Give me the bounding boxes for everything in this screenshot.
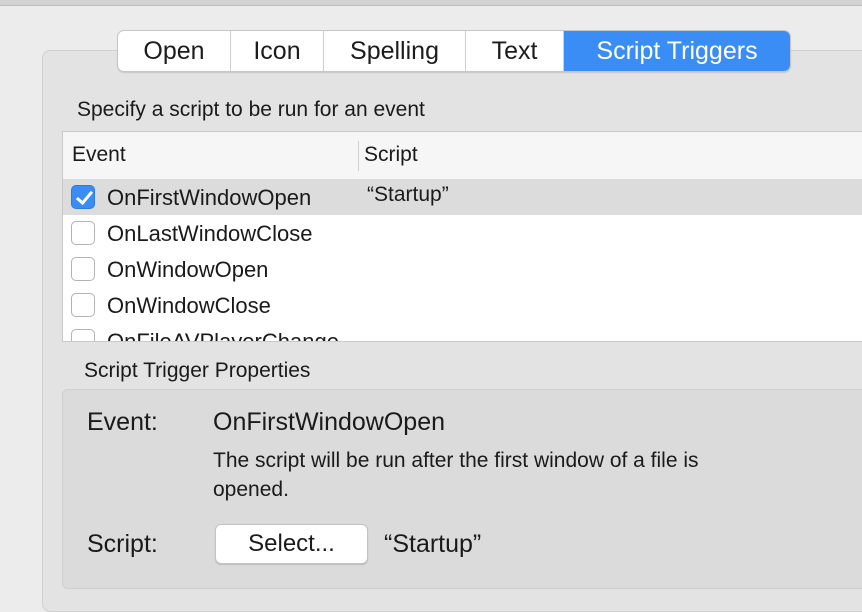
tab-icon[interactable]: Icon: [231, 31, 324, 71]
event-checkbox[interactable]: [71, 221, 95, 245]
tab-bar: Open Icon Spelling Text Script Triggers: [117, 30, 791, 72]
properties-section-label: Script Trigger Properties: [84, 359, 311, 382]
tab-open[interactable]: Open: [118, 31, 231, 71]
tab-text[interactable]: Text: [466, 31, 564, 71]
script-label: Script:: [87, 530, 158, 558]
event-checkbox[interactable]: [71, 257, 95, 281]
table-row[interactable]: OnFirstWindowOpen “Startup”: [63, 179, 862, 215]
event-table: Event Script OnFirstWindowOpen “Startup”…: [62, 131, 862, 342]
event-description: The script will be run after the first w…: [213, 449, 699, 501]
tab-script-triggers[interactable]: Script Triggers: [564, 31, 790, 71]
event-value: OnFirstWindowOpen: [213, 408, 446, 436]
window-top-edge: [0, 0, 862, 6]
table-header: Event Script: [63, 132, 862, 180]
table-row[interactable]: OnWindowOpen: [63, 251, 862, 287]
event-label: Event:: [87, 408, 158, 436]
tab-spelling[interactable]: Spelling: [324, 31, 466, 71]
event-checkbox[interactable]: [71, 329, 95, 341]
event-name: OnFirstWindowOpen: [107, 185, 312, 210]
table-row[interactable]: OnFileAVPlayerChange: [63, 323, 862, 342]
event-script: “Startup”: [367, 183, 449, 206]
script-value: “Startup”: [384, 530, 482, 558]
table-row[interactable]: OnLastWindowClose: [63, 215, 862, 251]
instruction-text: Specify a script to be run for an event: [77, 98, 425, 121]
event-checkbox[interactable]: [71, 293, 95, 317]
event-name: OnFileAVPlayerChange: [107, 329, 339, 342]
table-row[interactable]: OnWindowClose: [63, 287, 862, 323]
select-script-button[interactable]: Select...: [215, 524, 368, 564]
event-name: OnWindowClose: [107, 293, 271, 318]
event-name: OnWindowOpen: [107, 257, 269, 282]
event-checkbox[interactable]: [71, 185, 95, 209]
column-divider[interactable]: [358, 141, 359, 171]
event-name: OnLastWindowClose: [107, 221, 313, 246]
column-header-event[interactable]: Event: [72, 143, 126, 167]
column-header-script[interactable]: Script: [364, 143, 418, 167]
